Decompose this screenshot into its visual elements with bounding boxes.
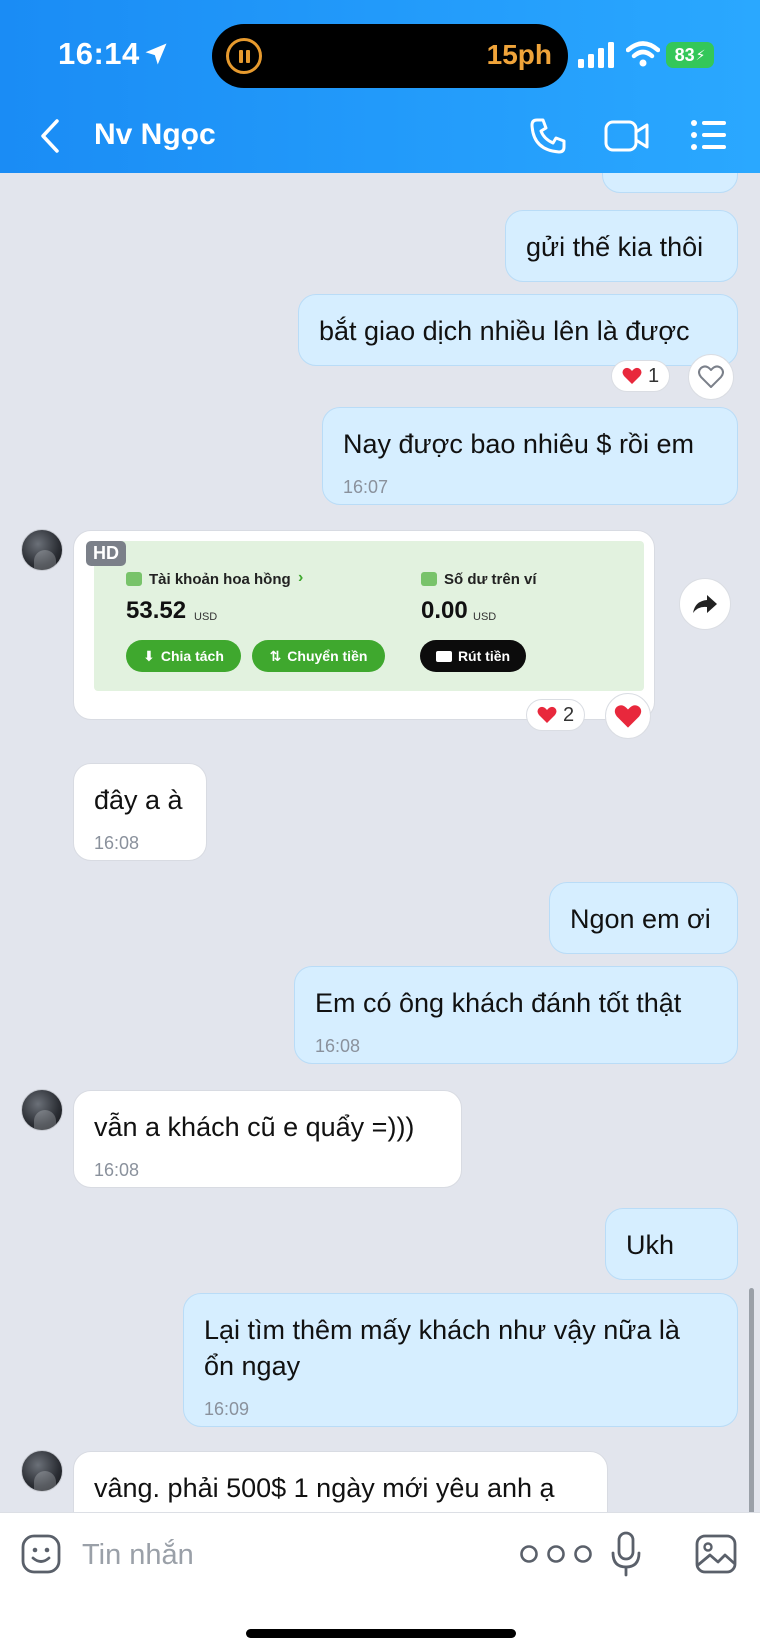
avatar[interactable] (21, 1089, 63, 1131)
message-bubble[interactable]: đây a à 16:08 (73, 763, 207, 861)
home-indicator[interactable] (246, 1629, 516, 1638)
split-button: ⬇ Chia tách (126, 640, 241, 672)
wallet-icon (126, 572, 142, 586)
message-bubble[interactable]: Lại tìm thêm mấy khách như vậy nữa là ổn… (183, 1293, 738, 1427)
message-text: Lại tìm thêm mấy khách như vậy nữa là ổn… (204, 1315, 680, 1381)
share-arrow-icon (693, 595, 717, 613)
status-time: 16:14 (58, 36, 140, 71)
commission-currency: USD (194, 611, 218, 623)
message-bubble[interactable]: Ukh (605, 1208, 738, 1280)
message-text: gửi thế kia thôi (526, 232, 704, 262)
hd-badge: HD (86, 541, 126, 566)
charging-bolt-icon: ⚡ (695, 46, 706, 63)
microphone-icon[interactable] (610, 1531, 642, 1577)
add-reaction-button[interactable] (688, 354, 734, 400)
heart-outline-icon (698, 365, 724, 388)
pause-icon[interactable] (226, 38, 262, 74)
message-bubble[interactable]: Ngon em ơi (549, 882, 738, 954)
message-bubble[interactable]: Nay được bao nhiêu $ rồi em 16:07 (322, 407, 738, 505)
contact-name[interactable]: Nv Ngọc (94, 118, 216, 152)
message-text: Ngon em ơi (570, 904, 711, 934)
message-text: Em có ông khách đánh tốt thật (315, 988, 682, 1018)
message-time: 16:08 (94, 833, 140, 853)
message-bubble-partial[interactable] (602, 173, 738, 193)
dynamic-island[interactable]: 15ph (212, 24, 568, 88)
forward-button[interactable] (679, 578, 731, 630)
wallet-balance-amount: 0.00 (421, 597, 468, 624)
swap-arrows-icon: ⇅ (269, 647, 282, 664)
location-arrow-icon (145, 43, 167, 65)
video-call-icon[interactable] (604, 118, 650, 154)
scrollbar[interactable] (749, 1288, 754, 1512)
commission-label: Tài khoản hoa hồng (149, 571, 291, 588)
wallet-screenshot: Tài khoản hoa hồng › 53.52 USD Số dư trê… (94, 541, 644, 691)
cellular-signal-icon (578, 42, 614, 68)
avatar[interactable] (21, 529, 63, 571)
avatar[interactable] (21, 1450, 63, 1492)
message-text: đây a à (94, 785, 183, 815)
chat-header: 16:14 15ph 83 ⚡ Nv Ngọc (0, 0, 760, 173)
wallet-currency: USD (473, 611, 497, 623)
heart-icon (622, 367, 642, 384)
withdraw-button-label: Rút tiền (457, 648, 511, 664)
phone-call-icon[interactable] (528, 116, 568, 156)
chevron-right-icon: › (298, 569, 304, 586)
wifi-icon (626, 41, 660, 67)
message-composer (0, 1512, 760, 1652)
transfer-button-label: Chuyển tiền (287, 648, 368, 664)
message-text: bắt giao dịch nhiều lên là được (319, 316, 690, 346)
reaction-count-value: 1 (648, 364, 660, 387)
message-bubble[interactable]: vẫn a khách cũ e quẩy =))) 16:08 (73, 1090, 462, 1188)
reaction-count[interactable]: 1 (611, 360, 671, 392)
reaction-count-value: 2 (563, 703, 575, 726)
message-time: 16:09 (204, 1399, 250, 1419)
back-chevron-icon[interactable] (38, 118, 62, 154)
wallet-balance-label: Số dư trên ví (444, 571, 537, 588)
battery-level: 83 (674, 44, 695, 65)
message-text: Ukh (626, 1230, 675, 1260)
withdraw-button: Rút tiền (420, 640, 526, 672)
message-input[interactable] (82, 1535, 482, 1575)
message-time: 16:07 (343, 477, 389, 497)
message-bubble[interactable]: Em có ông khách đánh tốt thật 16:08 (294, 966, 738, 1064)
split-button-label: Chia tách (160, 648, 224, 664)
heart-icon (614, 704, 642, 728)
reaction-count[interactable]: 2 (526, 699, 586, 731)
battery-indicator: 83 ⚡ (666, 42, 714, 68)
message-bubble[interactable]: gửi thế kia thôi (505, 210, 738, 282)
wallet-icon (421, 572, 437, 586)
image-message[interactable]: Tài khoản hoa hồng › 53.52 USD Số dư trê… (73, 530, 655, 720)
message-time: 16:08 (94, 1160, 140, 1180)
message-bubble[interactable]: vâng. phải 500$ 1 ngày mới yêu anh ạ (73, 1451, 608, 1512)
chat-options-icon[interactable] (690, 118, 728, 152)
message-text: Nay được bao nhiêu $ rồi em (343, 429, 694, 459)
message-time: 16:08 (315, 1036, 361, 1056)
activity-timer: 15ph (486, 39, 552, 70)
transfer-button: ⇅ Chuyển tiền (252, 640, 385, 672)
card-icon (435, 650, 452, 662)
photo-gallery-icon[interactable] (694, 1533, 738, 1575)
message-list[interactable]: gửi thế kia thôi bắt giao dịch nhiều lên… (0, 173, 760, 1512)
message-bubble[interactable]: bắt giao dịch nhiều lên là được (298, 294, 738, 366)
heart-icon (537, 706, 557, 723)
message-text: vẫn a khách cũ e quẩy =))) (94, 1112, 415, 1142)
reaction-button[interactable] (605, 693, 651, 739)
commission-amount: 53.52 (126, 597, 187, 624)
sticker-smile-icon[interactable] (20, 1533, 62, 1575)
download-arrow-icon: ⬇ (143, 647, 155, 664)
more-options-icon[interactable] (518, 1543, 594, 1565)
message-text: vâng. phải 500$ 1 ngày mới yêu anh ạ (94, 1473, 555, 1503)
